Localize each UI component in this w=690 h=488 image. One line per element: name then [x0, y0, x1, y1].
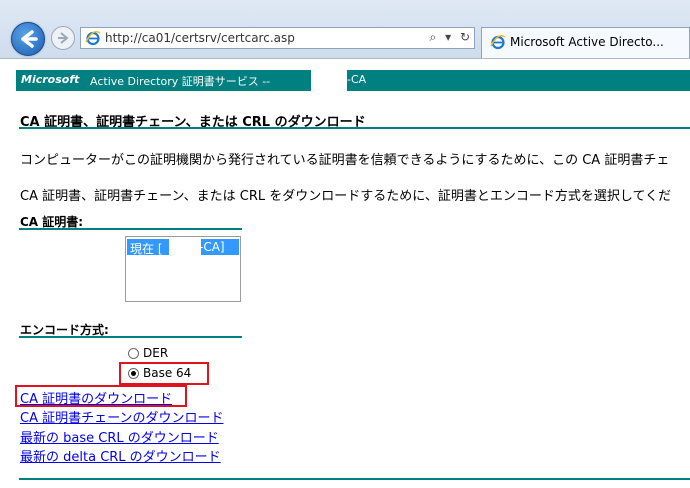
- ie-logo-icon: [85, 30, 101, 46]
- ca-cert-option-suffix: -CA]: [199, 240, 225, 254]
- redacted-block: [311, 70, 347, 91]
- forward-arrow-icon: [58, 32, 69, 44]
- encoding-divider: [19, 336, 242, 338]
- ie-logo-icon: [490, 34, 506, 50]
- radio-base64-label: Base 64: [143, 366, 192, 380]
- download-ca-cert-link[interactable]: CA 証明書のダウンロード: [20, 388, 172, 407]
- forward-button[interactable]: [51, 26, 75, 50]
- microsoft-logo: Microsoft: [21, 73, 80, 86]
- service-name: Active Directory 証明書サービス --: [90, 75, 271, 88]
- dropdown-icon[interactable]: ▾: [445, 30, 451, 44]
- footer-divider: [19, 478, 690, 480]
- ca-suffix: -CA: [347, 73, 367, 86]
- browser-chrome: http://ca01/certsrv/certcarc.asp ⌕ ▾ ↻ M…: [0, 0, 690, 59]
- ca-cert-option-current[interactable]: 現在 [ -CA]: [127, 239, 239, 256]
- ca-cert-option-prefix: 現在 [: [130, 242, 163, 256]
- service-header: Microsoft Active Directory 証明書サービス -- -C…: [16, 70, 690, 91]
- redacted-block: [169, 239, 201, 255]
- download-base-crl-link[interactable]: 最新の base CRL のダウンロード: [20, 427, 219, 446]
- ca-cert-divider: [19, 228, 242, 230]
- back-arrow-icon: [21, 30, 38, 48]
- address-bar[interactable]: http://ca01/certsrv/certcarc.asp ⌕ ▾ ↻: [80, 27, 475, 49]
- tab-title: Microsoft Active Directo...: [510, 35, 664, 49]
- instruction-paragraph: CA 証明書、証明書チェーン、または CRL をダウンロードするために、証明書と…: [20, 189, 672, 204]
- radio-der-label: DER: [143, 346, 169, 360]
- url-text[interactable]: http://ca01/certsrv/certcarc.asp: [105, 31, 295, 45]
- intro-paragraph: コンピューターがこの証明機関から発行されている証明書を信頼できるようにするために…: [20, 153, 670, 168]
- download-delta-crl-link[interactable]: 最新の delta CRL のダウンロード: [20, 446, 221, 465]
- radio-base64[interactable]: [128, 368, 139, 379]
- ca-cert-listbox[interactable]: 現在 [ -CA]: [125, 236, 241, 302]
- browser-tab[interactable]: Microsoft Active Directo...: [481, 27, 690, 58]
- download-chain-link[interactable]: CA 証明書チェーンのダウンロード: [20, 407, 223, 426]
- refresh-icon[interactable]: ↻: [460, 30, 470, 44]
- radio-der[interactable]: [128, 348, 139, 359]
- back-button[interactable]: [11, 22, 45, 56]
- search-icon[interactable]: ⌕: [430, 30, 437, 44]
- title-divider: [19, 127, 690, 129]
- address-controls[interactable]: ⌕ ▾ ↻: [425, 30, 470, 45]
